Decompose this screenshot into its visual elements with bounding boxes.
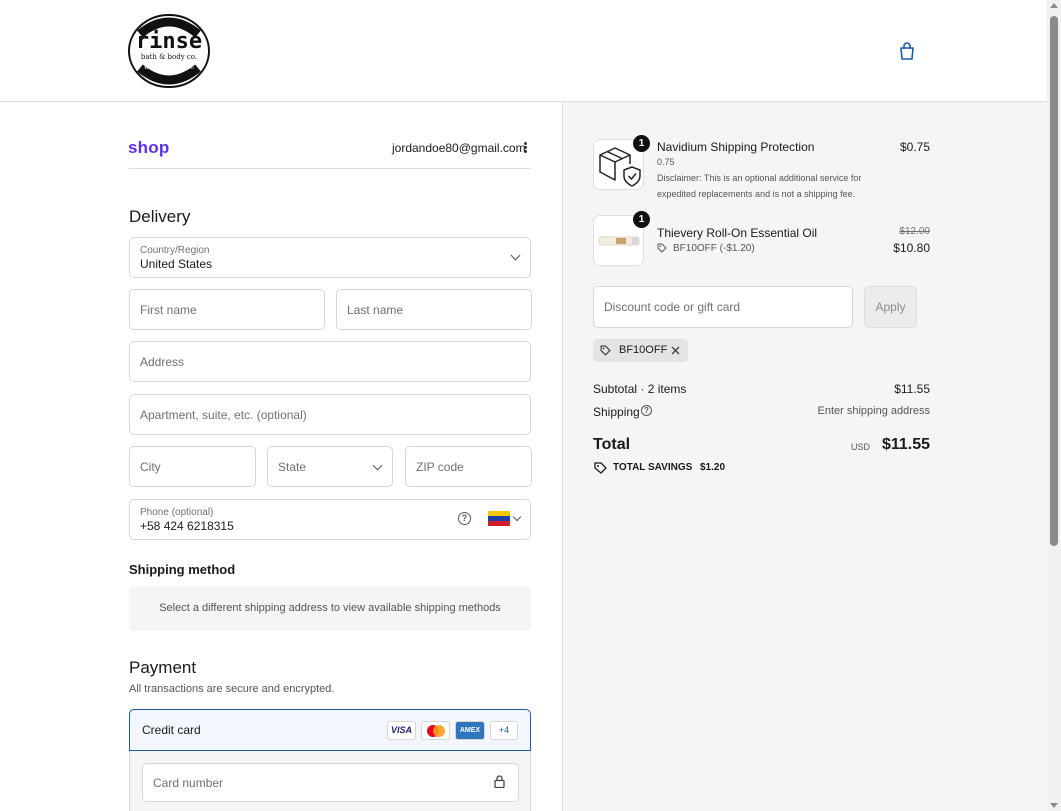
discount-placeholder: Discount code or gift card xyxy=(604,300,741,314)
site-header: rinse bath & body co. www.rinsebody.com xyxy=(0,0,1047,102)
item-original-price: $12.00 xyxy=(899,226,930,237)
last-name-placeholder: Last name xyxy=(347,302,404,317)
country-value: United States xyxy=(140,257,213,271)
first-name-placeholder: First name xyxy=(140,302,197,317)
tag-icon xyxy=(600,345,611,356)
chevron-down-icon xyxy=(372,460,383,471)
total-savings-value: $1.20 xyxy=(700,462,726,473)
apartment-field[interactable]: Apartment, suite, etc. (optional) xyxy=(129,394,531,435)
apply-discount-button[interactable]: Apply xyxy=(864,286,917,328)
zip-placeholder: ZIP code xyxy=(416,459,464,474)
item-discount: BF10OFF (-$1.20) xyxy=(673,243,755,254)
delivery-heading: Delivery xyxy=(129,207,191,226)
apartment-placeholder: Apartment, suite, etc. (optional) xyxy=(140,407,307,422)
savings-tag-icon xyxy=(594,462,607,474)
applied-code: BF10OFF xyxy=(619,344,668,356)
country-label: Country/Region xyxy=(140,245,210,256)
svg-text:www.rinsebody.com: www.rinsebody.com xyxy=(144,65,194,71)
help-icon[interactable]: ? xyxy=(458,512,471,525)
account-email: jordandoe80@gmail.com xyxy=(392,141,526,155)
phone-label: Phone (optional) xyxy=(140,507,214,518)
scrollbar-thumb[interactable] xyxy=(1050,16,1058,546)
currency-code: USD xyxy=(851,442,871,452)
item-name: Navidium Shipping Protection xyxy=(657,140,815,154)
subtotal-label: Subtotal · 2 items xyxy=(593,382,687,396)
item-quantity-badge: 1 xyxy=(633,211,650,228)
page-scrollbar[interactable] xyxy=(1047,0,1061,811)
state-select[interactable]: State xyxy=(267,446,393,487)
first-name-field[interactable]: First name xyxy=(129,289,325,330)
item-quantity-badge: 1 xyxy=(633,135,650,152)
shipping-method-heading: Shipping method xyxy=(129,562,236,577)
country-select[interactable]: Country/Region United States xyxy=(129,237,531,278)
order-summary-panel xyxy=(563,102,1047,811)
scroll-up-arrow-icon[interactable] xyxy=(1050,3,1058,8)
item-disclaimer: expedited replacements and is not a ship… xyxy=(657,189,856,199)
applied-discount-chip: BF10OFF xyxy=(593,339,688,362)
more-cards-badge: +4 xyxy=(490,721,518,740)
tag-icon xyxy=(657,243,667,253)
shipping-method-notice: Select a different shipping address to v… xyxy=(129,586,531,631)
zip-field[interactable]: ZIP code xyxy=(405,446,532,487)
last-name-field[interactable]: Last name xyxy=(336,289,532,330)
card-number-placeholder: Card number xyxy=(153,775,224,790)
amex-icon: AMEX xyxy=(455,721,485,740)
visa-icon: VISA xyxy=(387,721,416,740)
account-menu-icon[interactable] xyxy=(521,141,529,155)
item-price: $0.75 xyxy=(899,140,930,154)
divider xyxy=(129,168,531,169)
item-disclaimer: Disclaimer: This is an optional addition… xyxy=(657,173,862,183)
lock-icon xyxy=(494,775,505,788)
shopping-bag-icon[interactable] xyxy=(897,41,917,61)
total-value: $11.55 xyxy=(881,436,930,453)
city-placeholder: City xyxy=(140,459,161,474)
total-label: Total xyxy=(593,436,631,453)
svg-text:rinse: rinse xyxy=(136,29,202,54)
chevron-down-icon xyxy=(510,250,521,261)
credit-card-option[interactable]: Credit card VISA AMEX +4 xyxy=(129,709,531,751)
credit-card-label: Credit card xyxy=(142,723,201,737)
subtotal-value: $11.55 xyxy=(894,382,930,396)
shipping-method-message: Select a different shipping address to v… xyxy=(159,602,501,614)
address-placeholder: Address xyxy=(140,354,185,369)
venezuela-flag-icon[interactable] xyxy=(488,511,510,526)
state-placeholder: State xyxy=(278,459,307,474)
phone-value: +58 424 6218315 xyxy=(140,519,234,533)
payment-heading: Payment xyxy=(129,658,197,677)
total-savings-label: TOTAL SAVINGS xyxy=(613,462,693,473)
city-field[interactable]: City xyxy=(129,446,256,487)
discount-code-field[interactable]: Discount code or gift card xyxy=(593,286,853,328)
shipping-label: Shipping xyxy=(593,405,640,419)
remove-discount-close-icon[interactable] xyxy=(671,346,680,355)
shipping-value: Enter shipping address xyxy=(817,405,930,417)
svg-text:bath & body co.: bath & body co. xyxy=(141,53,197,61)
item-name: Thievery Roll-On Essential Oil xyxy=(657,226,818,240)
rinse-logo[interactable]: rinse bath & body co. www.rinsebody.com xyxy=(128,14,210,88)
item-variant: 0.75 xyxy=(657,157,675,167)
shop-pay-logo: shop xyxy=(128,138,170,157)
help-icon[interactable]: ? xyxy=(641,405,652,416)
scroll-down-arrow-icon[interactable] xyxy=(1050,803,1058,808)
item-price: $10.80 xyxy=(893,241,930,255)
card-number-field[interactable]: Card number xyxy=(142,763,519,802)
mastercard-icon xyxy=(421,721,450,740)
payment-subtitle: All transactions are secure and encrypte… xyxy=(129,683,335,695)
address-field[interactable]: Address xyxy=(129,341,531,382)
